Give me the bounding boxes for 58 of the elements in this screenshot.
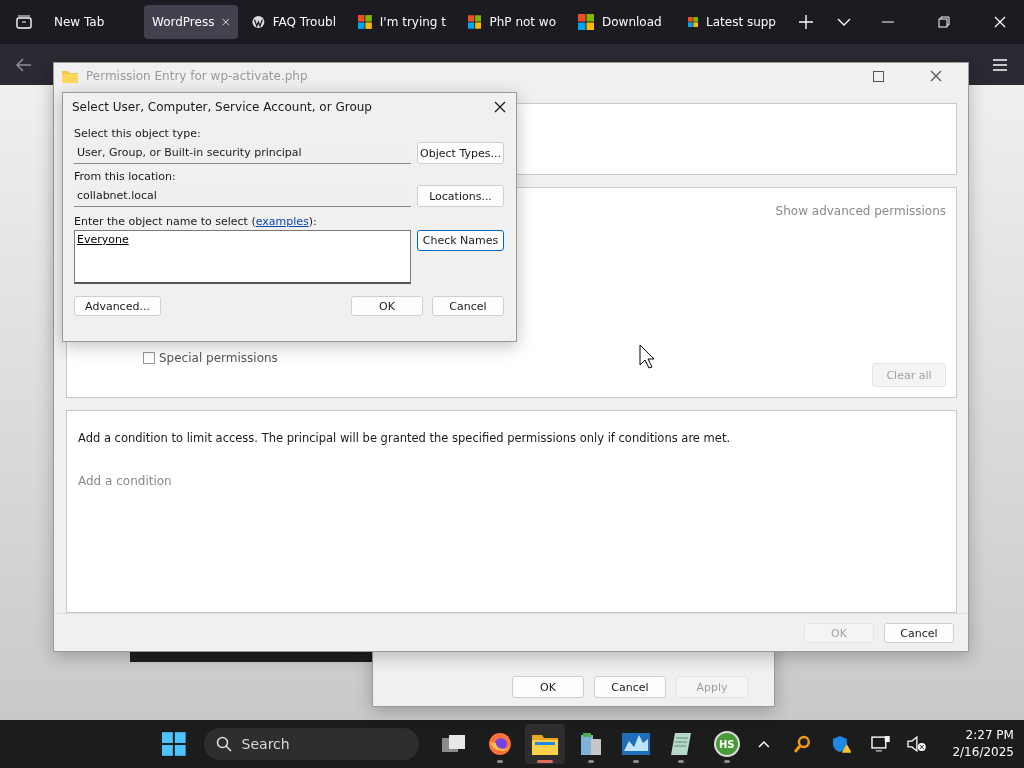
search-field[interactable]: Search (203, 728, 419, 760)
browser-tab[interactable]: Download (570, 5, 674, 39)
speaker-muted-icon[interactable] (906, 735, 927, 753)
window-title: Permission Entry for wp-activate.php (86, 69, 309, 83)
show-advanced-link[interactable]: Show advanced permissions (775, 204, 946, 219)
locations-button[interactable]: Locations... (417, 185, 504, 207)
dialog-button[interactable]: Cancel (594, 676, 666, 698)
close-tab-icon[interactable] (222, 17, 230, 27)
server-icon[interactable] (578, 731, 603, 757)
windows-logo-icon (578, 14, 594, 30)
folder-icon[interactable] (532, 733, 559, 755)
dialog-title: Select User, Computer, Service Account, or Group (72, 100, 373, 114)
close-icon[interactable] (930, 70, 942, 82)
clock[interactable]: 2:27 PM 2/16/2025 (952, 727, 1014, 761)
checkbox[interactable] (143, 352, 155, 365)
dialog-button[interactable]: Cancel (884, 623, 954, 643)
object-types-button[interactable]: Object Types... (417, 142, 504, 164)
check-names-button[interactable]: Check Names (417, 230, 504, 251)
browser-tab[interactable]: I'm trying t (350, 5, 454, 39)
checkbox-label: Special permissions (159, 351, 278, 366)
taskbar-app[interactable]: HS (707, 724, 747, 764)
examples-link[interactable]: examples (255, 215, 309, 228)
folder-icon (62, 69, 78, 83)
maximize-icon[interactable] (873, 70, 884, 82)
network-icon[interactable] (871, 735, 891, 753)
close-window-icon[interactable] (994, 16, 1006, 28)
condition-description: Add a condition to limit access. The principal will be granted the specified permissions only if conditions are met. (78, 431, 731, 446)
dialog-button[interactable]: OK (512, 676, 584, 698)
dialog-button[interactable]: OK (351, 296, 423, 316)
chevron-up-icon[interactable] (758, 740, 771, 748)
taskbar-app[interactable] (525, 724, 565, 764)
windows-stack-icon[interactable] (441, 733, 468, 755)
magnifier-icon[interactable] (794, 735, 812, 753)
wordpress-logo-icon (252, 14, 265, 30)
browser-tab[interactable]: Latest supp (680, 5, 784, 39)
browser-tab[interactable]: PhP not wo (460, 5, 564, 39)
field-label: From this location: (74, 170, 177, 183)
object-name-field[interactable]: Everyone (74, 230, 411, 284)
firefox-icon[interactable] (487, 732, 512, 756)
shield-warning-icon[interactable] (831, 735, 852, 753)
windows-logo-icon (358, 14, 372, 30)
notepad-icon[interactable] (669, 731, 694, 757)
windows-logo-icon (688, 14, 698, 30)
advanced-button[interactable]: Advanced... (74, 296, 161, 316)
field-label: Enter the object name to select (examples): (74, 215, 318, 228)
add-condition-link[interactable]: Add a condition (78, 474, 172, 489)
dialog-button[interactable]: Cancel (432, 296, 504, 316)
field-label: Select this object type: (74, 127, 202, 140)
hs-app-icon[interactable]: HS (713, 731, 740, 757)
search-icon (215, 736, 232, 752)
windows-logo-icon (468, 14, 482, 30)
start-icon[interactable] (162, 732, 186, 756)
browser-tab[interactable]: WordPress (144, 5, 238, 39)
mouse-cursor-icon (639, 344, 655, 369)
browser-tab[interactable]: FAQ Troubl (244, 5, 344, 39)
close-icon[interactable] (494, 101, 506, 113)
monitor-chart-icon[interactable] (621, 733, 650, 755)
browser-tab[interactable]: New Tab (46, 5, 138, 39)
